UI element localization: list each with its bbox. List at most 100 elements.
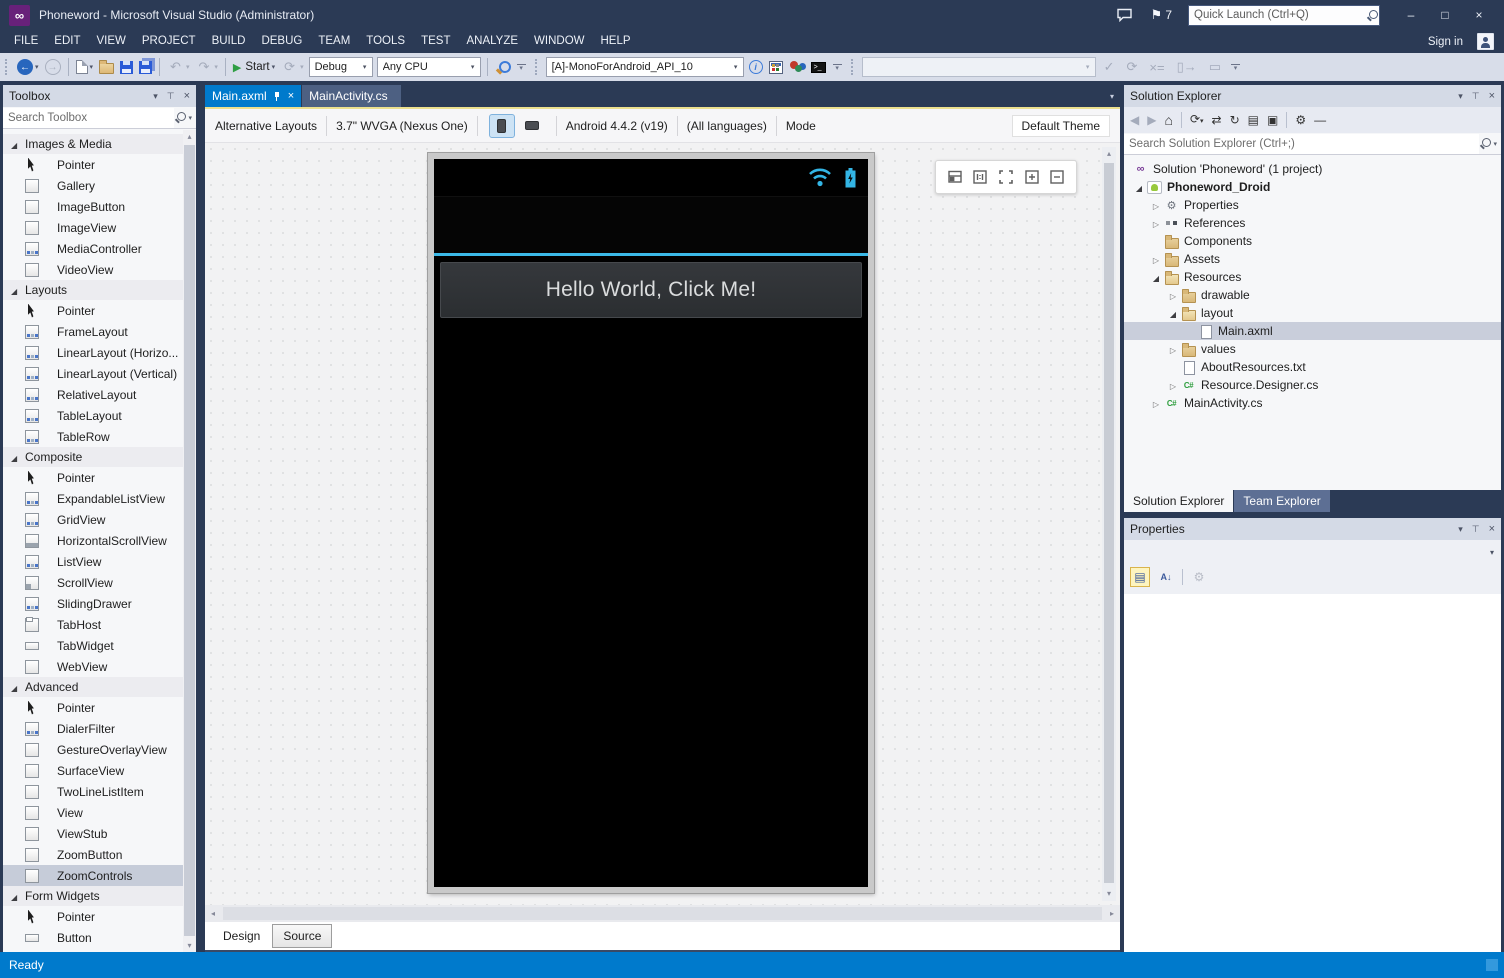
- designer-horizontal-scrollbar[interactable]: ◂ ▸: [205, 905, 1120, 922]
- expander-icon[interactable]: [1149, 216, 1163, 230]
- quick-launch-box[interactable]: [1188, 5, 1380, 26]
- zoom-out-button[interactable]: [1047, 167, 1067, 187]
- scrollbar-thumb[interactable]: [223, 907, 1102, 920]
- feedback-icon[interactable]: [1116, 8, 1133, 22]
- scroll-right-icon[interactable]: ▸: [1104, 905, 1120, 922]
- chevron-down-icon[interactable]: ▾: [188, 114, 192, 122]
- maximize-button[interactable]: □: [1428, 4, 1462, 26]
- toolbox-category[interactable]: Images & Media: [3, 134, 183, 154]
- tree-item[interactable]: AboutResources.txt: [1124, 358, 1501, 376]
- tree-item[interactable]: Resource.Designer.cs: [1124, 376, 1501, 394]
- properties-header[interactable]: Properties ▾ ⊤ ×: [1124, 518, 1501, 540]
- toolbox-category[interactable]: Composite: [3, 447, 183, 467]
- expander-icon[interactable]: [1149, 198, 1163, 212]
- toolbox-item[interactable]: ViewStub: [3, 823, 183, 844]
- expander-icon[interactable]: [1166, 342, 1180, 356]
- toolbox-item[interactable]: FrameLayout: [3, 321, 183, 342]
- secondary-target-dropdown[interactable]: ▾: [862, 57, 1096, 77]
- tree-item[interactable]: Solution 'Phoneword' (1 project): [1124, 160, 1501, 178]
- save-button[interactable]: [117, 55, 136, 79]
- device-log-button[interactable]: [766, 55, 786, 79]
- scroll-down-icon[interactable]: ▾: [1102, 887, 1116, 901]
- sign-in-link[interactable]: Sign in: [1428, 36, 1463, 48]
- user-avatar-icon[interactable]: [1477, 33, 1494, 50]
- menu-item[interactable]: PROJECT: [134, 30, 204, 53]
- toolbox-item[interactable]: ImageButton: [3, 196, 183, 217]
- toolbox-item[interactable]: Pointer: [3, 467, 183, 488]
- toolbox-item[interactable]: ExpandableListView: [3, 488, 183, 509]
- toolbox-item[interactable]: VideoView: [3, 259, 183, 280]
- tab-list-dropdown-icon[interactable]: ▾: [1110, 85, 1120, 107]
- tree-item[interactable]: Assets: [1124, 250, 1501, 268]
- tree-item[interactable]: Resources: [1124, 268, 1501, 286]
- toolbox-item[interactable]: Pointer: [3, 300, 183, 321]
- redo-button[interactable]: ↷▾: [192, 55, 220, 79]
- view-tab[interactable]: Design: [213, 925, 270, 947]
- toolbar-overflow-button[interactable]: [516, 64, 527, 71]
- tree-item[interactable]: Properties: [1124, 196, 1501, 214]
- toolbox-item[interactable]: ListView: [3, 551, 183, 572]
- toolbox-item[interactable]: ZoomControls: [3, 865, 183, 886]
- minimize-button[interactable]: –: [1394, 4, 1428, 26]
- pin-icon[interactable]: ⊤: [1472, 91, 1480, 101]
- toolbox-item[interactable]: SurfaceView: [3, 760, 183, 781]
- scroll-down-icon[interactable]: ▾: [183, 939, 196, 952]
- toolbox-item[interactable]: Button: [3, 927, 183, 948]
- properties-object-dropdown[interactable]: ▾: [1124, 540, 1501, 564]
- show-all-files-icon[interactable]: —: [1314, 113, 1326, 127]
- toolbox-item[interactable]: GestureOverlayView: [3, 739, 183, 760]
- toolbox-item[interactable]: MediaController: [3, 238, 183, 259]
- navigate-backward-button[interactable]: ←▾: [14, 55, 42, 79]
- toolbox-item[interactable]: TableLayout: [3, 405, 183, 426]
- toolbox-item[interactable]: ImageView: [3, 217, 183, 238]
- toolbox-item[interactable]: WebView: [3, 656, 183, 677]
- toolbox-item[interactable]: RelativeLayout: [3, 384, 183, 405]
- toolbox-item[interactable]: GridView: [3, 509, 183, 530]
- properties-wrench-icon[interactable]: ⚙: [1295, 113, 1306, 127]
- pin-icon[interactable]: ⊤: [167, 91, 175, 101]
- menu-item[interactable]: WINDOW: [526, 30, 592, 53]
- portrait-orientation-button[interactable]: [489, 114, 515, 138]
- undo-button[interactable]: ↶▾: [164, 55, 192, 79]
- scroll-left-icon[interactable]: ◂: [205, 905, 221, 922]
- home-icon[interactable]: ⌂: [1164, 113, 1172, 127]
- expander-icon[interactable]: [1166, 288, 1180, 302]
- toolbox-item[interactable]: SlidingDrawer: [3, 593, 183, 614]
- tree-item[interactable]: layout: [1124, 304, 1501, 322]
- scroll-up-icon[interactable]: ▴: [183, 130, 196, 143]
- theme-dropdown[interactable]: Default Theme: [1012, 115, 1111, 137]
- menu-item[interactable]: FILE: [6, 30, 46, 53]
- menu-item[interactable]: TOOLS: [358, 30, 413, 53]
- menu-item[interactable]: DEBUG: [253, 30, 310, 53]
- language-dropdown[interactable]: (All languages): [687, 119, 767, 133]
- panel-tab[interactable]: Solution Explorer: [1124, 490, 1233, 512]
- toolbox-category[interactable]: Form Widgets: [3, 886, 183, 906]
- toolbox-item[interactable]: Pointer: [3, 697, 183, 718]
- view-tab[interactable]: Source: [272, 924, 332, 948]
- solution-explorer-search-input[interactable]: [1124, 134, 1479, 154]
- toolbox-item[interactable]: Gallery: [3, 175, 183, 196]
- open-file-button[interactable]: [96, 55, 117, 79]
- toolbox-item[interactable]: LinearLayout (Vertical): [3, 363, 183, 384]
- toolbox-item[interactable]: View: [3, 802, 183, 823]
- expander-icon[interactable]: [1132, 180, 1146, 194]
- close-icon[interactable]: ×: [1489, 524, 1495, 534]
- resize-grip[interactable]: [1486, 959, 1498, 971]
- collapse-all-icon[interactable]: ▤: [1248, 113, 1259, 127]
- toolbox-category[interactable]: Advanced: [3, 677, 183, 697]
- toolbox-searchbox[interactable]: ▾: [3, 107, 196, 129]
- menu-item[interactable]: VIEW: [89, 30, 134, 53]
- menu-item[interactable]: TEAM: [310, 30, 358, 53]
- expander-icon[interactable]: [1149, 396, 1163, 410]
- save-all-button[interactable]: [136, 55, 155, 79]
- toolbox-item[interactable]: TabHost: [3, 614, 183, 635]
- hello-world-button[interactable]: Hello World, Click Me!: [440, 262, 862, 318]
- expander-icon[interactable]: [1166, 306, 1180, 320]
- zoom-100-button[interactable]: [970, 167, 990, 187]
- solution-platform-dropdown[interactable]: Any CPU▾: [377, 57, 481, 77]
- panel-tab[interactable]: Team Explorer: [1234, 490, 1329, 512]
- manage-emulators-button[interactable]: [786, 55, 808, 79]
- pin-icon[interactable]: ⊤: [1472, 524, 1480, 534]
- toolbox-search-input[interactable]: [3, 108, 174, 128]
- toolbar-overflow-button[interactable]: [832, 64, 843, 71]
